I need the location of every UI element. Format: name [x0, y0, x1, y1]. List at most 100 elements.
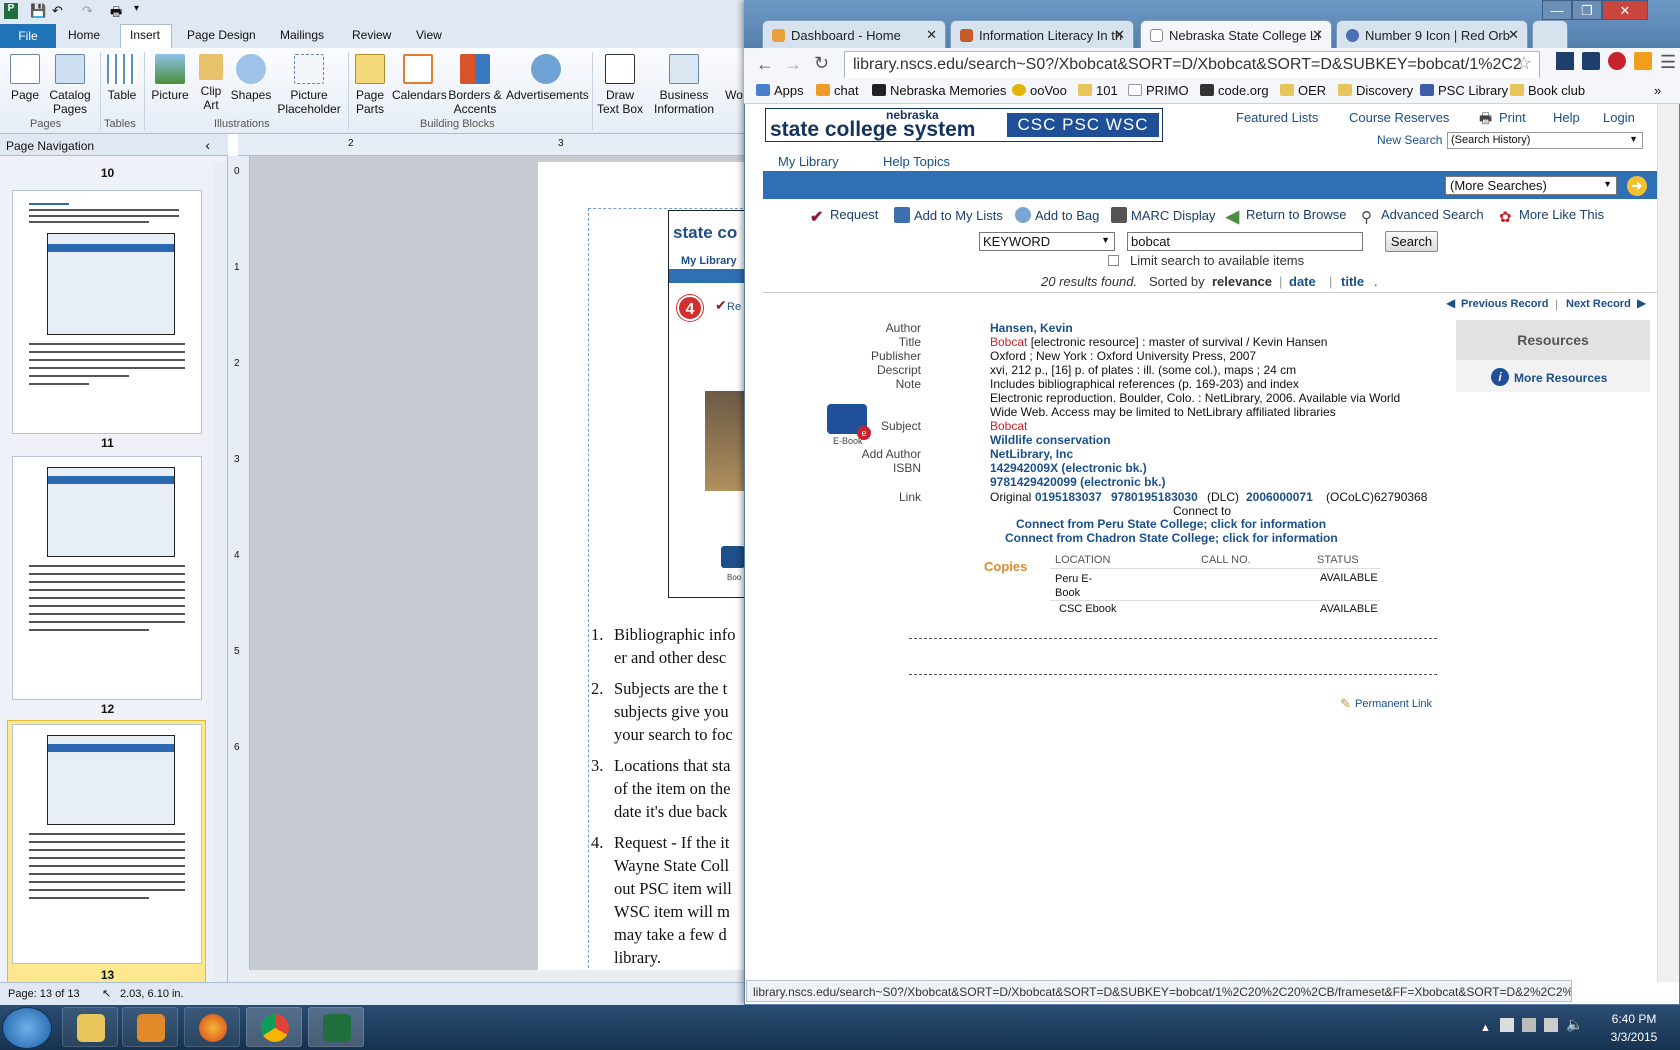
advanced-search-button[interactable]: ⚲ Advanced Search — [1361, 207, 1484, 226]
help-topics-link[interactable]: Help Topics — [883, 154, 950, 169]
wordart-button[interactable]: Wo — [722, 88, 746, 102]
pinterest-icon[interactable] — [1608, 52, 1626, 70]
subject-link[interactable]: Wildlife conservation — [990, 433, 1111, 447]
catalog-pages-button[interactable]: Catalog Pages — [48, 54, 92, 116]
limit-available-checkbox[interactable] — [1108, 255, 1119, 266]
volume-icon[interactable]: 🔈 — [1566, 1016, 1583, 1033]
bookmark-discovery[interactable]: Discovery — [1338, 83, 1413, 98]
close-tab-icon[interactable]: ✕ — [1114, 27, 1125, 43]
tab-home[interactable]: Home — [68, 28, 100, 42]
taskbar-publisher[interactable] — [308, 1007, 364, 1047]
file-tab[interactable]: File — [0, 24, 56, 48]
add-author-link[interactable]: NetLibrary, Inc — [990, 447, 1073, 461]
tray-icon[interactable] — [1522, 1018, 1536, 1032]
embedded-screenshot[interactable]: state co My Library 4 ✔ Re Boo — [668, 210, 749, 598]
search-history-select[interactable]: (Search History) ▼ — [1447, 132, 1643, 149]
tab-view[interactable]: View — [416, 28, 442, 42]
bookmark-nebraska-memories[interactable]: Nebraska Memories — [872, 83, 1006, 98]
show-hidden-icons[interactable]: ▲ — [1480, 1022, 1491, 1034]
link-isbn10[interactable]: 0195183037 — [1035, 490, 1102, 504]
minimize-icon[interactable]: — — [1542, 0, 1572, 20]
collapse-pane-icon[interactable]: ‹ — [205, 137, 210, 153]
more-like-this-button[interactable]: ✿ More Like This — [1499, 207, 1604, 226]
forward-icon[interactable]: → — [784, 54, 802, 75]
browser-tab[interactable]: Dashboard - Home ✕ — [762, 20, 946, 50]
page-thumbnail-13[interactable] — [12, 724, 202, 964]
maximize-icon[interactable]: ❐ — [1572, 0, 1602, 20]
close-window-icon[interactable]: ✕ — [1602, 0, 1648, 20]
author-link[interactable]: Hansen, Kevin — [990, 321, 1073, 335]
redo-icon[interactable]: ↷ — [82, 3, 93, 19]
customize-qat-icon[interactable]: ▾ — [134, 3, 139, 14]
my-library-link[interactable]: My Library — [778, 154, 839, 169]
back-icon[interactable]: ← — [756, 54, 774, 75]
permanent-link[interactable]: Permanent Link — [1355, 698, 1432, 710]
go-arrow-icon[interactable]: ➜ — [1627, 176, 1647, 196]
link-isbn13[interactable]: 9780195183030 — [1111, 490, 1198, 504]
undo-icon[interactable]: ↶ — [52, 3, 63, 19]
taskbar-chrome[interactable] — [246, 1007, 302, 1047]
calendars-button[interactable]: Calendars — [392, 54, 447, 102]
shapes-button[interactable]: Shapes — [230, 54, 272, 102]
browser-tab-active[interactable]: Nebraska State College Li ✕ — [1140, 20, 1332, 50]
more-bookmarks-icon[interactable]: » — [1654, 83, 1661, 98]
featured-lists-link[interactable]: Featured Lists — [1236, 110, 1318, 125]
page-thumbnail-12[interactable] — [12, 456, 202, 700]
close-tab-icon[interactable]: ✕ — [1508, 27, 1519, 43]
close-tab-icon[interactable]: ✕ — [1312, 27, 1323, 43]
title-link[interactable]: Bobcat — [990, 335, 1027, 349]
clip-art-button[interactable]: Clip Art — [196, 54, 226, 112]
more-resources-link[interactable]: More Resources — [1514, 371, 1607, 385]
isbn-link[interactable]: 9781429420099 (electronic bk.) — [990, 475, 1165, 489]
login-link[interactable]: Login — [1603, 110, 1635, 125]
more-searches-select[interactable]: (More Searches) ▼ — [1445, 176, 1617, 195]
borders-accents-button[interactable]: Borders & Accents — [448, 54, 502, 116]
next-record-link[interactable]: Next Record — [1566, 298, 1631, 310]
table-button[interactable]: Table — [104, 54, 140, 102]
canvas-horizontal-scrollbar[interactable] — [238, 970, 745, 982]
search-type-select[interactable]: KEYWORD ▼ — [979, 232, 1115, 251]
taskbar-firefox[interactable] — [184, 1007, 240, 1047]
tray-flag-icon[interactable] — [1500, 1018, 1514, 1032]
help-link[interactable]: Help — [1553, 110, 1580, 125]
taskbar-explorer[interactable] — [62, 1007, 118, 1047]
connect-peru-link[interactable]: Connect from Peru State College; click f… — [1016, 517, 1326, 531]
new-tab-button[interactable] — [1532, 20, 1568, 50]
print-link[interactable]: Print — [1499, 110, 1526, 125]
bookmark-book-club[interactable]: Book club — [1510, 83, 1585, 98]
advertisements-button[interactable]: Advertisements — [506, 54, 589, 102]
publisher-app-icon[interactable]: P — [4, 3, 18, 19]
browser-tab[interactable]: Number 9 Icon | Red Orb ✕ — [1336, 20, 1528, 50]
bookmark-oovoo[interactable]: ooVoo — [1012, 83, 1067, 98]
nav-pane-scrollbar[interactable] — [213, 162, 227, 982]
browser-tab[interactable]: Information Literacy In th ✕ — [950, 20, 1134, 50]
tab-review[interactable]: Review — [352, 28, 391, 42]
page-thumbnail-11[interactable] — [12, 190, 202, 434]
bookmark-psc-library[interactable]: PSC Library — [1420, 83, 1508, 98]
previous-record-link[interactable]: Previous Record — [1461, 298, 1548, 310]
reload-icon[interactable]: ↻ — [814, 53, 829, 74]
print-icon[interactable]: 🖶 — [1479, 108, 1492, 132]
address-bar[interactable]: library.nscs.edu/search~S0?/Xbobcat&SORT… — [844, 51, 1540, 79]
bookmark-101[interactable]: 101 — [1078, 83, 1118, 98]
menu-icon[interactable]: ☰ — [1660, 52, 1676, 73]
save-icon[interactable]: 💾 — [30, 3, 46, 19]
isbn-link[interactable]: 142942009X (electronic bk.) — [990, 461, 1147, 475]
search-button[interactable]: Search — [1385, 231, 1438, 252]
subject-link[interactable]: Bobcat — [990, 419, 1027, 433]
page-parts-button[interactable]: Page Parts — [352, 54, 388, 116]
page-button[interactable]: Page — [8, 54, 42, 102]
new-search-link[interactable]: New Search — [1377, 133, 1442, 147]
clock-time[interactable]: 6:40 PM — [1604, 1012, 1664, 1026]
link-lccn[interactable]: 2006000071 — [1246, 490, 1313, 504]
search-input[interactable]: bobcat — [1127, 232, 1363, 251]
print-preview-icon[interactable]: 🖶 — [110, 3, 122, 25]
site-logo[interactable]: nebraska state college system CSC PSC WS… — [765, 108, 1163, 142]
start-button[interactable] — [2, 1007, 52, 1049]
extension-icon[interactable] — [1556, 52, 1574, 70]
course-reserves-link[interactable]: Course Reserves — [1349, 110, 1449, 125]
request-button[interactable]: ✔ Request — [810, 207, 878, 226]
tab-insert[interactable]: Insert — [130, 28, 160, 42]
bookmark-star-icon[interactable]: ☆ — [1516, 53, 1532, 74]
browser-scrollbar[interactable] — [1657, 104, 1679, 982]
